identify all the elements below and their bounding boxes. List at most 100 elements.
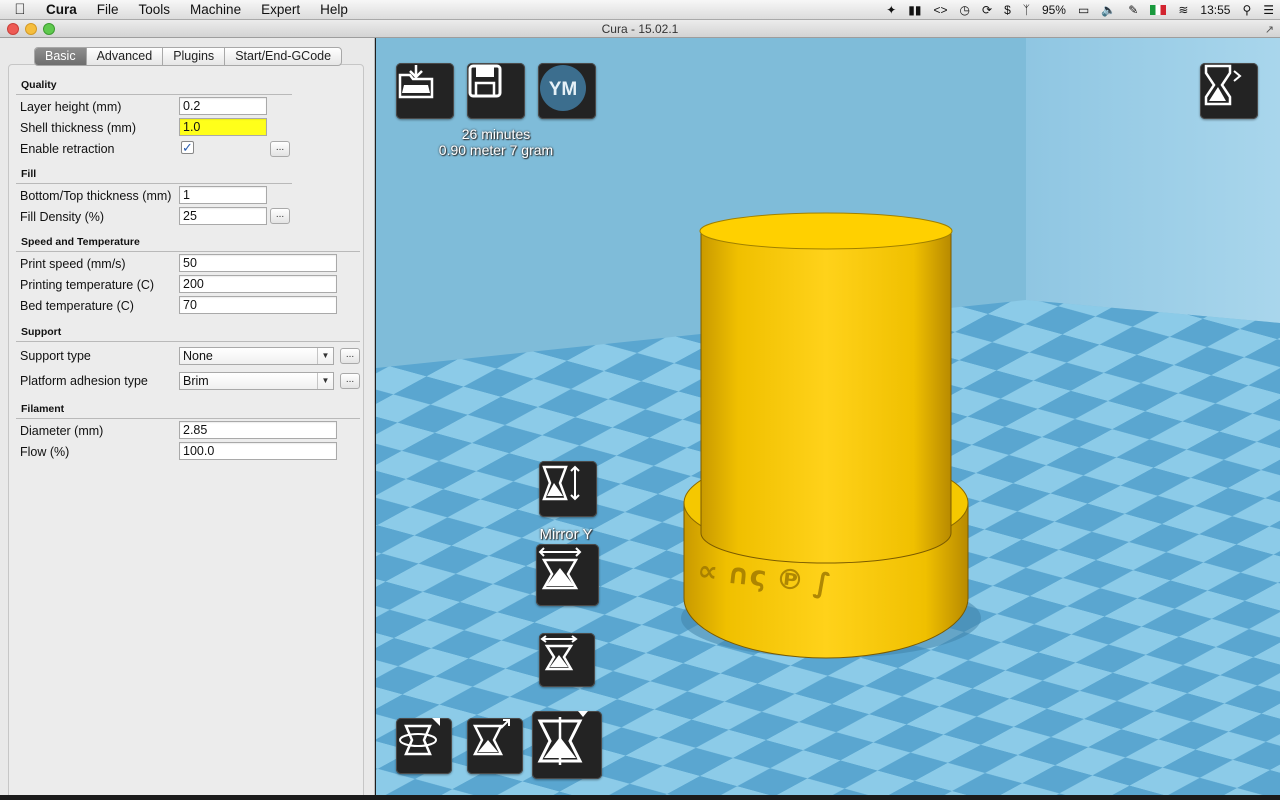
clock[interactable]: 13:55 — [1200, 3, 1230, 17]
code-icon[interactable]: <> — [934, 3, 948, 17]
model-cylinder-top — [699, 212, 953, 250]
print-speed-input[interactable]: 50 — [179, 254, 337, 272]
divider — [16, 418, 360, 419]
dollar-icon[interactable]: $ — [1004, 3, 1011, 17]
apple-icon[interactable]:  — [0, 1, 40, 18]
menu-file[interactable]: File — [87, 2, 129, 17]
view-mode-icon — [1204, 64, 1242, 106]
settings-panel: Basic Advanced Plugins Start/End-GCode Q… — [0, 38, 375, 800]
notification-center-icon[interactable]: ☰ — [1263, 3, 1274, 17]
tab-plugins[interactable]: Plugins — [163, 48, 226, 65]
scale-icon — [472, 719, 510, 756]
enable-retraction-label: Enable retraction — [20, 142, 115, 156]
menu-expert[interactable]: Expert — [251, 2, 310, 17]
fill-density-input[interactable]: 25 — [179, 207, 267, 225]
printing-temperature-label: Printing temperature (C) — [20, 278, 155, 292]
battery-icon[interactable]: ▭ — [1078, 3, 1089, 17]
print-estimate: 26 minutes 0.90 meter 7 gram — [396, 126, 596, 158]
window-bottom-edge — [0, 795, 1280, 800]
youmagine-button[interactable]: YM — [538, 63, 596, 119]
youmagine-logo-icon: YM — [540, 65, 586, 111]
wifi-icon[interactable]: ≋ — [1178, 3, 1188, 17]
section-filament-title: Filament — [21, 403, 65, 415]
mirror-tool-icon — [537, 711, 588, 765]
platform-adhesion-label: Platform adhesion type — [20, 374, 148, 388]
menu-machine[interactable]: Machine — [180, 2, 251, 17]
section-support-title: Support — [21, 326, 62, 338]
window-minimize-button[interactable] — [25, 23, 37, 35]
chevron-down-icon: ▼ — [317, 348, 333, 364]
tab-basic[interactable]: Basic — [35, 48, 87, 65]
folder-load-icon — [398, 65, 434, 99]
3d-viewport[interactable]: ∝ ∩ς ℗ ∫ YM 26 minutes 0.90 meter 7 gram — [376, 38, 1280, 800]
print-time: 26 minutes — [461, 126, 531, 142]
divider — [16, 341, 360, 342]
bed-temperature-label: Bed temperature (C) — [20, 299, 134, 313]
chevron-down-icon: ▼ — [317, 373, 333, 389]
diameter-label: Diameter (mm) — [20, 424, 104, 438]
bed-temperature-input[interactable]: 70 — [179, 296, 337, 314]
flag-italy-icon[interactable] — [1150, 5, 1167, 15]
fullscreen-icon[interactable]: ↗ — [1265, 21, 1274, 39]
window-close-button[interactable] — [7, 23, 19, 35]
time-machine-icon[interactable]: ◷ — [960, 3, 970, 17]
divider — [16, 251, 360, 252]
bluetooth-icon[interactable]: ᛉ — [1023, 3, 1030, 17]
tab-advanced[interactable]: Advanced — [87, 48, 164, 65]
enable-retraction-checkbox[interactable]: ✓ — [181, 141, 194, 154]
flow-label: Flow (%) — [20, 445, 70, 459]
platform-adhesion-details-button[interactable]: ... — [340, 373, 360, 389]
window-title: Cura - 15.02.1 — [601, 22, 679, 36]
menu-tools[interactable]: Tools — [129, 2, 181, 17]
rotate-tool-button[interactable] — [396, 718, 452, 774]
diameter-input[interactable]: 2.85 — [179, 421, 337, 439]
retraction-details-button[interactable]: ... — [270, 141, 290, 157]
bottom-top-thickness-input[interactable]: 1 — [179, 186, 267, 204]
sync-icon[interactable]: ⟳ — [982, 3, 992, 17]
shell-thickness-input[interactable]: 1.0 — [179, 118, 267, 136]
model-cylinder-body — [700, 230, 952, 564]
section-quality-title: Quality — [21, 79, 57, 91]
support-type-select[interactable]: None ▼ — [179, 347, 334, 365]
divider — [16, 183, 292, 184]
spotlight-icon[interactable]: ⚲ — [1242, 3, 1251, 17]
printing-temperature-input[interactable]: 200 — [179, 275, 337, 293]
section-speed-title: Speed and Temperature — [21, 236, 140, 248]
tab-start-end-gcode[interactable]: Start/End-GCode — [225, 48, 341, 65]
pen-icon[interactable]: ✎ — [1128, 3, 1138, 17]
mirror-x-button[interactable] — [539, 461, 597, 517]
mirror-z-icon — [540, 635, 578, 671]
dropbox-icon[interactable]: ✦ — [886, 3, 896, 17]
shell-thickness-label: Shell thickness (mm) — [20, 121, 136, 135]
layer-height-input[interactable]: 0.2 — [179, 97, 267, 115]
mirror-x-icon — [542, 465, 580, 501]
view-mode-button[interactable] — [1200, 63, 1258, 119]
window-title-bar: Cura - 15.02.1 ↗ — [0, 20, 1280, 38]
scale-tool-button[interactable] — [467, 718, 523, 774]
system-menu-bar:  Cura File Tools Machine Expert Help ✦ … — [0, 0, 1280, 20]
load-model-button[interactable] — [396, 63, 454, 119]
battery-percent: 95% — [1041, 3, 1066, 17]
print-material: 0.90 meter 7 gram — [438, 142, 554, 158]
fill-density-details-button[interactable]: ... — [270, 208, 290, 224]
mirror-z-button[interactable] — [539, 633, 595, 687]
platform-adhesion-select[interactable]: Brim ▼ — [179, 372, 334, 390]
support-type-details-button[interactable]: ... — [340, 348, 360, 364]
mirror-y-tooltip: Mirror Y — [539, 526, 593, 543]
bottom-top-thickness-label: Bottom/Top thickness (mm) — [20, 189, 172, 203]
mirror-y-button[interactable] — [536, 544, 599, 606]
section-fill-title: Fill — [21, 168, 37, 180]
menu-help[interactable]: Help — [310, 2, 358, 17]
platform-adhesion-value: Brim — [183, 374, 209, 388]
volume-icon[interactable]: 🔈 — [1101, 3, 1116, 17]
pause-icon[interactable]: ▮▮ — [908, 3, 921, 17]
rotate-icon — [399, 718, 440, 756]
mirror-tool-button[interactable] — [532, 711, 602, 779]
mirror-y-icon — [538, 547, 582, 590]
menu-app-name[interactable]: Cura — [40, 2, 87, 17]
support-type-label: Support type — [20, 349, 91, 363]
save-toolpath-button[interactable] — [467, 63, 525, 119]
window-zoom-button[interactable] — [43, 23, 55, 35]
fill-density-label: Fill Density (%) — [20, 210, 105, 224]
flow-input[interactable]: 100.0 — [179, 442, 337, 460]
